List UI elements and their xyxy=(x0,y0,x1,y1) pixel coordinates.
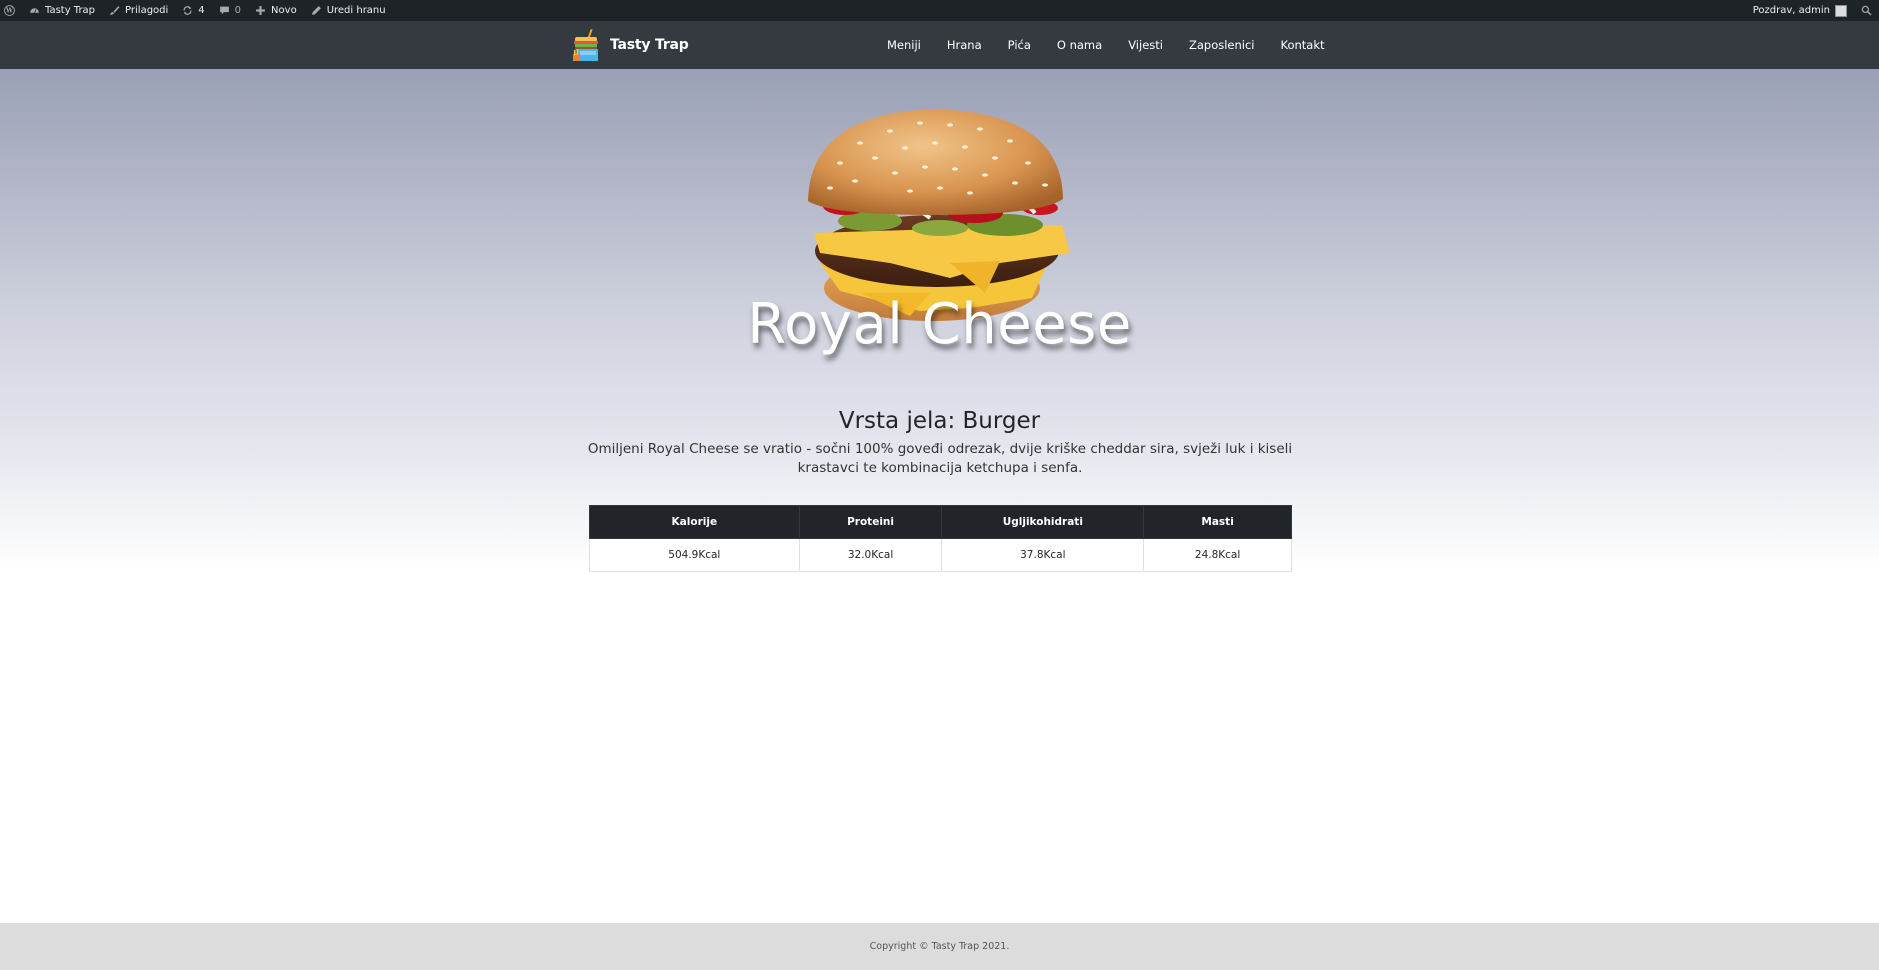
header-fats: Masti xyxy=(1143,505,1292,539)
new-label: Novo xyxy=(271,5,297,16)
nav-item-hrana[interactable]: Hrana xyxy=(934,38,995,52)
updates-count: 4 xyxy=(198,5,205,16)
customize-link[interactable]: Prilagodi xyxy=(102,0,175,21)
header-carbs: Ugljikohidrati xyxy=(941,505,1145,539)
table-row: 504.9Kcal 32.0Kcal 37.8Kcal 24.8Kcal xyxy=(589,538,1292,572)
site-brand[interactable]: Tasty Trap xyxy=(572,28,689,62)
nav-item-meniji[interactable]: Meniji xyxy=(874,38,934,52)
updates-link[interactable]: 4 xyxy=(175,0,211,21)
svg-text:W: W xyxy=(5,8,13,15)
value-calories: 504.9Kcal xyxy=(589,538,800,572)
admin-bar-left: W Tasty Trap Prilagodi 4 0 Novo Uredi hr… xyxy=(0,0,393,21)
value-proteins: 32.0Kcal xyxy=(798,538,943,572)
site-header: Tasty Trap Meniji Hrana Pića O nama Vije… xyxy=(0,21,1879,69)
header-calories: Kalorije xyxy=(589,505,800,539)
admin-search[interactable] xyxy=(1854,0,1879,21)
customize-label: Prilagodi xyxy=(125,5,169,16)
header-proteins: Proteini xyxy=(798,505,943,539)
edit-food-link[interactable]: Uredi hranu xyxy=(304,0,393,21)
plus-icon xyxy=(255,5,266,16)
admin-bar-right: Pozdrav, admin xyxy=(1746,0,1879,21)
admin-bar: W Tasty Trap Prilagodi 4 0 Novo Uredi hr… xyxy=(0,0,1879,21)
site-footer: Copyright © Tasty Trap 2021. xyxy=(0,923,1879,970)
search-icon xyxy=(1861,5,1872,16)
value-fats: 24.8Kcal xyxy=(1143,538,1292,572)
nav-item-pica[interactable]: Pića xyxy=(995,38,1044,52)
nav-item-vijesti[interactable]: Vijesti xyxy=(1115,38,1176,52)
dish-type: Vrsta jela: Burger xyxy=(838,408,1041,434)
greeting-label: Pozdrav, admin xyxy=(1752,5,1830,16)
copyright-text: Copyright © Tasty Trap 2021. xyxy=(869,941,1010,952)
site-name-menu[interactable]: Tasty Trap xyxy=(22,0,102,21)
food-logo-icon xyxy=(573,28,598,61)
nutrition-header-row: Kalorije Proteini Ugljikohidrati Masti xyxy=(589,505,1292,539)
edit-food-label: Uredi hranu xyxy=(326,5,386,16)
comment-icon xyxy=(219,5,230,16)
updates-icon xyxy=(182,5,193,16)
nav-item-o-nama[interactable]: O nama xyxy=(1044,38,1115,52)
my-account-menu[interactable]: Pozdrav, admin xyxy=(1746,0,1854,21)
brand-name: Tasty Trap xyxy=(610,37,689,53)
dish-title: Royal Cheese xyxy=(747,292,1132,357)
pencil-icon xyxy=(311,5,322,16)
nutrition-table: Kalorije Proteini Ugljikohidrati Masti 5… xyxy=(589,505,1292,572)
dashboard-icon xyxy=(29,5,40,16)
avatar xyxy=(1835,4,1847,17)
comments-link[interactable]: 0 xyxy=(212,0,248,21)
wordpress-icon: W xyxy=(4,5,15,16)
nav-item-zaposlenici[interactable]: Zaposlenici xyxy=(1176,38,1268,52)
value-carbs: 37.8Kcal xyxy=(941,538,1145,572)
site-name-label: Tasty Trap xyxy=(45,5,96,16)
wordpress-logo-menu[interactable]: W xyxy=(0,0,22,21)
dish-description: Omiljeni Royal Cheese se vratio - sočni … xyxy=(587,441,1293,476)
main-nav: Meniji Hrana Pića O nama Vijesti Zaposle… xyxy=(874,21,1338,69)
nav-item-kontakt[interactable]: Kontakt xyxy=(1268,38,1338,52)
brush-icon xyxy=(109,5,120,16)
new-content-menu[interactable]: Novo xyxy=(248,0,304,21)
comments-count: 0 xyxy=(234,5,242,16)
